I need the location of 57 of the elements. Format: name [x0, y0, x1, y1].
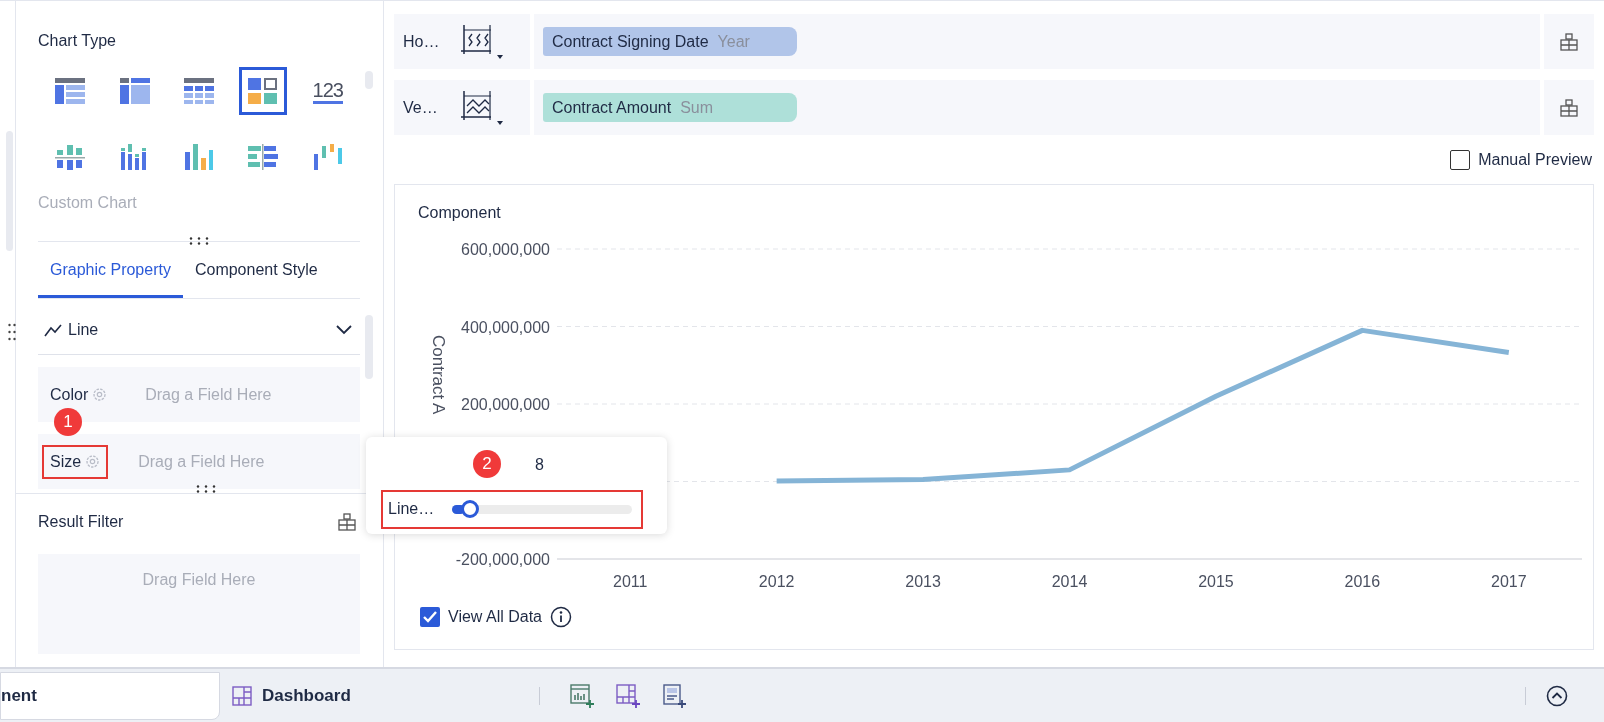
axis-label: Ho… [403, 31, 441, 52]
axis-tick-label: 600,000,000 [461, 241, 550, 258]
mark-type-dropdown[interactable]: Line [38, 305, 360, 355]
chart-title: Component [418, 203, 501, 223]
axis-tick-label: 400,000,000 [461, 318, 550, 336]
axis-tick-label: 2017 [1491, 573, 1527, 590]
dashboard-icon [232, 685, 252, 706]
resize-handle-icon[interactable] [195, 485, 217, 493]
field-name: Contract Signing Date [552, 31, 709, 52]
axis-tick-label: 2012 [758, 573, 795, 590]
mark-type-label: Line [68, 319, 99, 340]
checkbox[interactable] [420, 607, 440, 627]
collapse-icon[interactable] [1546, 684, 1568, 707]
axis-label: Ve… [403, 97, 439, 118]
chevron-down-icon [336, 324, 352, 335]
axis-tick-label: 2016 [1344, 573, 1381, 590]
axis-tick-label: 2015 [1198, 573, 1234, 590]
field-pill[interactable]: Contract Signing Date Year [543, 27, 797, 56]
placeholder-text: Drag a Field Here [145, 384, 272, 405]
checkbox[interactable] [1450, 149, 1471, 170]
checkbox-label[interactable]: View All Data [448, 605, 542, 629]
hierarchy-icon[interactable] [338, 513, 356, 531]
axis-tick-label: -200,000,000 [455, 551, 550, 568]
checkbox-label[interactable]: Manual Preview [1478, 147, 1592, 172]
add-report-icon[interactable] [661, 683, 686, 708]
hierarchy-icon[interactable] [1560, 98, 1578, 117]
property-tab[interactable]: Graphic Property [38, 242, 183, 298]
slider-value: 8 [535, 455, 544, 475]
axis-tick-label: 2013 [905, 573, 941, 590]
field-name: Contract Amount [552, 97, 672, 118]
custom-chart-label: Custom Chart [38, 193, 138, 213]
grid-icon[interactable] [239, 67, 288, 115]
axis-title: Contract A [429, 335, 448, 415]
axis-tick-label: 200,000,000 [461, 396, 550, 413]
property-tab[interactable]: Component Style [182, 242, 330, 298]
drag-handle-icon[interactable] [8, 323, 16, 341]
axis-tick-label: 2014 [1051, 573, 1088, 590]
add-grid-icon[interactable] [615, 683, 640, 708]
slider-label: Line… [388, 499, 435, 519]
field-label[interactable]: Size [42, 444, 109, 479]
add-chart-icon[interactable] [569, 683, 594, 708]
sheet-tab[interactable]: Dashboard [220, 671, 351, 720]
placeholder-text: Drag a Field Here [138, 451, 265, 472]
field-pill[interactable]: Contract Amount Sum [543, 93, 797, 122]
step-badge: 2 [473, 450, 501, 478]
aggregation-label: Sum [680, 97, 714, 118]
field-row[interactable]: Size Drag a Field Here [38, 434, 360, 489]
axis-tick-label: 2011 [613, 573, 648, 590]
section-title: Chart Type [38, 31, 117, 51]
line-chart-icon [44, 322, 62, 337]
slider-thumb[interactable] [460, 500, 479, 518]
hierarchy-icon[interactable] [1560, 32, 1578, 51]
section-title: Result Filter [38, 512, 124, 532]
resize-handle-icon[interactable] [188, 237, 210, 245]
sheet-tab[interactable]: nent [0, 671, 220, 720]
info-icon[interactable] [550, 606, 572, 628]
aggregation-label: Year [717, 31, 750, 52]
